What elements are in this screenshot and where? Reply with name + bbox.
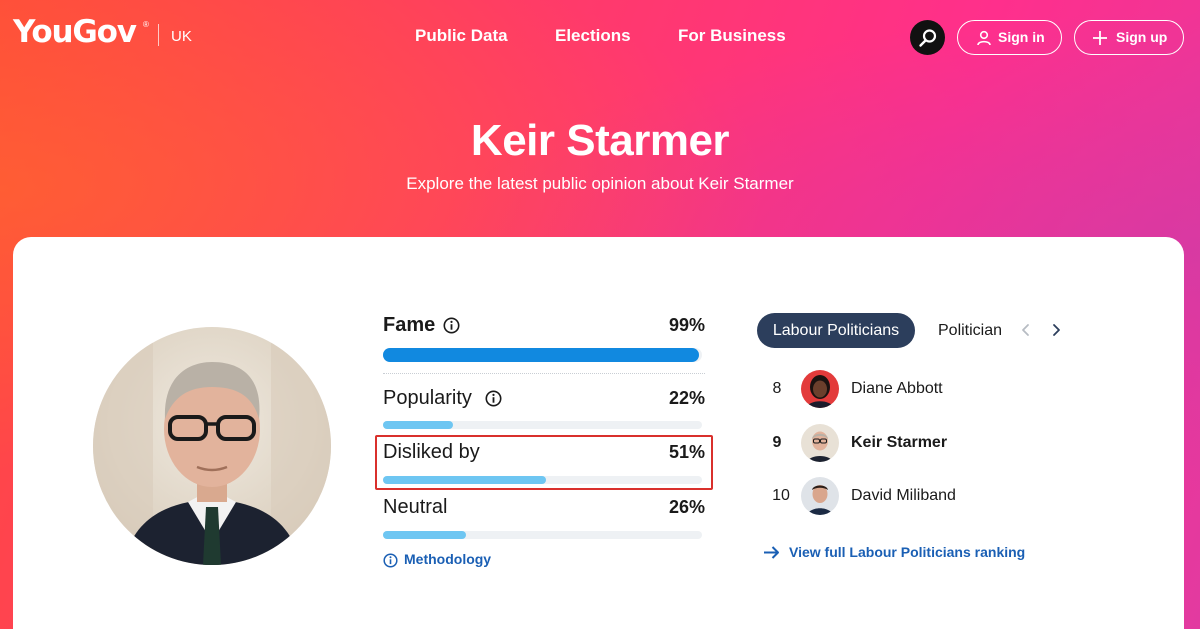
metric-label-neutral: Neutral (383, 496, 448, 518)
rank-number: 10 (772, 487, 790, 504)
plus-icon (1093, 31, 1107, 45)
site-header: YouGov ® UK Public Data Elections For Bu… (0, 0, 1200, 74)
sign-up-button[interactable]: Sign up (1074, 20, 1184, 55)
portrait-illustration (93, 327, 331, 565)
rank-number: 9 (772, 434, 782, 451)
metric-label-disliked: Disliked by (383, 441, 480, 463)
tab-labour-politicians[interactable]: Labour Politicians (757, 313, 915, 348)
region-label[interactable]: UK (171, 28, 192, 45)
metric-divider (383, 373, 705, 374)
methodology-label: Methodology (404, 551, 492, 567)
avatar-portrait (806, 375, 834, 408)
info-icon[interactable] (443, 317, 460, 334)
disliked-bar-track (383, 476, 702, 484)
fame-bar-fill (383, 348, 699, 362)
user-icon (977, 30, 991, 46)
chevron-left-icon[interactable] (1020, 323, 1032, 337)
metric-label-popularity: Popularity (383, 387, 472, 409)
metric-value-disliked: 51% (668, 442, 705, 462)
politician-name: Diane Abbott (851, 380, 943, 397)
sign-in-label: Sign in (998, 29, 1045, 45)
page-title: Keir Starmer (470, 116, 730, 165)
yougov-logo[interactable]: YouGov (13, 14, 137, 50)
opinion-card: Fame 99% Popularity 22% Disliked by 51% … (13, 237, 1184, 629)
view-full-ranking-label: View full Labour Politicians ranking (789, 544, 1026, 560)
fame-bar-track (383, 348, 702, 362)
politician-avatar (801, 477, 839, 515)
tab-politician[interactable]: Politician (938, 322, 1002, 340)
politician-name: Keir Starmer (851, 434, 948, 451)
search-button[interactable] (910, 20, 945, 55)
page-subtitle: Explore the latest public opinion about … (406, 174, 794, 193)
disliked-bar-fill (383, 476, 546, 484)
popularity-bar-fill (383, 421, 454, 429)
rank-number: 8 (772, 380, 782, 397)
politician-name: David Miliband (851, 487, 956, 504)
nav-for-business[interactable]: For Business (678, 26, 786, 46)
nav-elections[interactable]: Elections (555, 26, 631, 46)
sign-in-button[interactable]: Sign in (957, 20, 1062, 55)
metric-value-popularity: 22% (668, 388, 705, 408)
profile-photo (93, 327, 331, 565)
politician-avatar (801, 424, 839, 462)
info-icon[interactable] (485, 390, 502, 407)
neutral-bar-track (383, 531, 702, 539)
registered-mark: ® (143, 20, 149, 29)
metric-label-fame: Fame (383, 314, 436, 336)
nav-public-data[interactable]: Public Data (415, 26, 508, 46)
politician-avatar (801, 370, 839, 408)
search-icon (919, 29, 937, 47)
popularity-bar-track (383, 421, 702, 429)
arrow-right-icon (764, 546, 779, 559)
chevron-right-icon[interactable] (1050, 323, 1062, 337)
avatar-portrait (807, 431, 833, 462)
logo-divider (158, 24, 159, 46)
info-icon (383, 553, 398, 568)
avatar-portrait (807, 485, 833, 515)
neutral-bar-fill (383, 531, 466, 539)
metric-value-fame: 99% (668, 315, 705, 335)
sign-up-label: Sign up (1116, 29, 1168, 45)
metric-value-neutral: 26% (668, 497, 705, 517)
